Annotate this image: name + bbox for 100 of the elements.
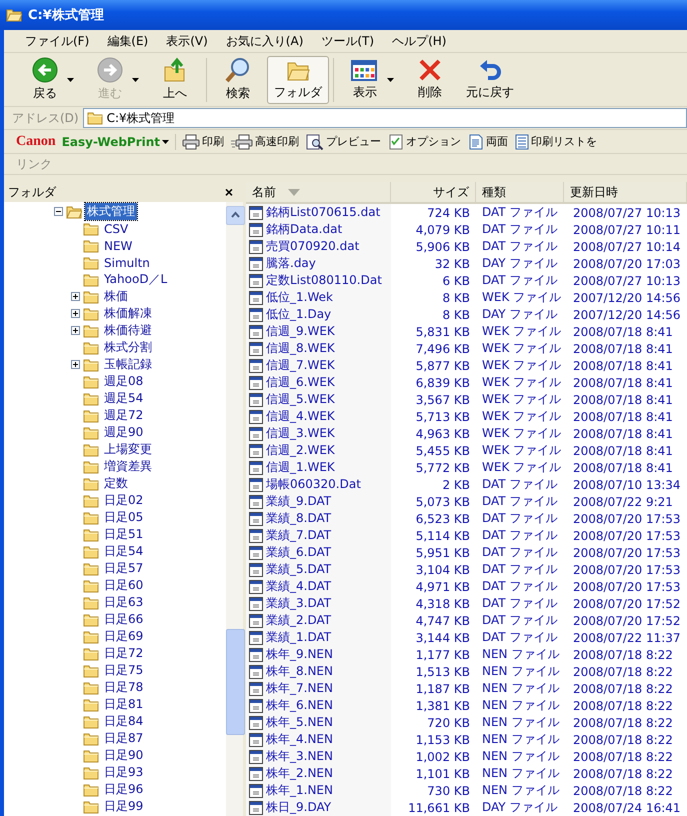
file-name[interactable]: 株年_6.NEN — [246, 697, 391, 714]
file-name[interactable]: 低位_1.Wek — [246, 289, 391, 306]
menu-item[interactable]: 編集(E) — [98, 32, 158, 50]
file-name[interactable]: 株年_8.NEN — [246, 663, 391, 680]
file-name[interactable]: 業績_8.DAT — [246, 510, 391, 527]
tree-item[interactable]: 日足05 — [102, 509, 146, 526]
tree-item[interactable]: 週足72 — [102, 407, 146, 424]
file-name[interactable]: 株年_4.NEN — [246, 731, 391, 748]
address-field[interactable]: C:¥株式管理 — [82, 108, 687, 128]
tree-item[interactable]: 日足60 — [102, 577, 146, 594]
tree-item[interactable]: NEW — [102, 238, 134, 252]
tree-item[interactable]: 日足84 — [102, 713, 146, 730]
tree-item[interactable]: 日足51 — [102, 526, 146, 543]
file-name[interactable]: 業績_2.DAT — [246, 612, 391, 629]
expand-box-icon[interactable] — [71, 326, 80, 335]
file-name[interactable]: 定数List080110.Dat — [246, 272, 391, 289]
tree-item[interactable]: 株価解凍 — [102, 305, 154, 322]
caret-icon[interactable] — [387, 78, 394, 82]
toolbar-button[interactable]: 戻る — [18, 56, 81, 104]
file-name[interactable]: 株年_1.NEN — [246, 782, 391, 799]
file-name[interactable]: 株年_7.NEN — [246, 680, 391, 697]
file-name[interactable]: 低位_1.Day — [246, 306, 391, 323]
tree-item[interactable]: 週足08 — [102, 373, 146, 390]
file-name[interactable]: 株年_9.NEN — [246, 646, 391, 663]
print-toolbar-button[interactable]: 高速印刷 — [230, 134, 300, 150]
menu-item[interactable]: ファイル(F) — [16, 32, 98, 50]
file-name[interactable]: 業績_4.DAT — [246, 578, 391, 595]
tree-item[interactable]: 株式分割 — [102, 339, 154, 356]
file-name[interactable]: 信週_6.WEK — [246, 374, 391, 391]
print-toolbar-button[interactable]: 印刷 — [181, 134, 226, 150]
toolbar-button[interactable]: 表示 — [338, 56, 401, 104]
file-name[interactable]: 銘柄Data.dat — [246, 221, 391, 238]
file-name[interactable]: 信週_4.WEK — [246, 408, 391, 425]
file-name[interactable]: 業績_3.DAT — [246, 595, 391, 612]
file-name[interactable]: 株年_5.NEN — [246, 714, 391, 731]
tree-item[interactable]: CSV — [102, 222, 130, 236]
file-name[interactable]: 場帳060320.Dat — [246, 476, 391, 493]
tree-item[interactable]: 日足69 — [102, 628, 146, 645]
file-name[interactable]: 信週_8.WEK — [246, 340, 391, 357]
file-name[interactable]: 業績_6.DAT — [246, 544, 391, 561]
tree-item[interactable]: 日足66 — [102, 611, 146, 628]
tree-item[interactable]: 週足90 — [102, 424, 146, 441]
toolbar-button[interactable]: 削除 — [403, 56, 457, 104]
file-name[interactable]: 業績_7.DAT — [246, 527, 391, 544]
print-toolbar-button[interactable]: プレビュー — [305, 134, 382, 150]
file-name[interactable]: 信週_3.WEK — [246, 425, 391, 442]
expand-box-icon[interactable] — [71, 309, 80, 318]
scroll-up-icon[interactable] — [226, 206, 245, 225]
caret-icon[interactable] — [162, 140, 170, 144]
tree-item[interactable]: YahooD／L — [102, 271, 170, 288]
tree-item[interactable]: 日足90 — [102, 747, 146, 764]
menu-item[interactable]: ヘルプ(H) — [383, 32, 456, 50]
menu-item[interactable]: 表示(V) — [157, 32, 217, 50]
tree-item[interactable]: 株価 — [102, 288, 130, 305]
tree-item[interactable]: Simultn — [102, 256, 152, 270]
scrollbar[interactable] — [226, 202, 243, 816]
file-name[interactable]: 売買070920.dat — [246, 238, 391, 255]
tree-item[interactable]: 玉帳記録 — [102, 356, 154, 373]
tree-item[interactable]: 日足99 — [102, 798, 146, 815]
column-header[interactable]: サイズ — [391, 182, 476, 204]
menu-item[interactable]: お気に入り(A) — [216, 32, 312, 50]
file-name[interactable]: 業績_5.DAT — [246, 561, 391, 578]
file-name[interactable]: 信週_2.WEK — [246, 442, 391, 459]
toolbar-button[interactable]: 上へ — [148, 56, 202, 104]
tree-item[interactable]: 増資差異 — [102, 458, 154, 475]
file-name[interactable]: 信週_7.WEK — [246, 357, 391, 374]
toolbar-button[interactable]: フォルダ — [267, 56, 329, 104]
file-name[interactable]: 信週_1.WEK — [246, 459, 391, 476]
print-toolbar-button[interactable]: 印刷リストを — [514, 134, 598, 150]
file-name[interactable]: 業績_1.DAT — [246, 629, 391, 646]
column-header[interactable]: 名前 — [246, 182, 391, 204]
print-toolbar-button[interactable]: 両面 — [467, 134, 510, 150]
tree-item[interactable]: 上場変更 — [102, 441, 154, 458]
tree-item[interactable]: 日足02 — [102, 492, 146, 509]
file-name[interactable]: 株年_3.NEN — [246, 748, 391, 765]
tree-item[interactable]: 日足87 — [102, 730, 146, 747]
file-name[interactable]: 株年_2.NEN — [246, 765, 391, 782]
menu-item[interactable]: ツール(T) — [312, 32, 384, 50]
column-header[interactable]: 種類 — [476, 182, 564, 204]
tree-item[interactable]: 日足78 — [102, 679, 146, 696]
tree-item[interactable]: 日足81 — [102, 696, 146, 713]
tree-item[interactable]: 日足63 — [102, 594, 146, 611]
tree-item[interactable]: 定数 — [102, 475, 130, 492]
collapse-box-icon[interactable] — [54, 207, 63, 216]
tree-item[interactable]: 週足54 — [102, 390, 146, 407]
print-toolbar-button[interactable]: オプション — [387, 134, 462, 150]
toolbar-button[interactable]: 元に戻す — [459, 56, 521, 104]
file-name[interactable]: 騰落.day — [246, 255, 391, 272]
close-button[interactable]: × — [224, 184, 233, 200]
caret-icon[interactable] — [67, 78, 74, 82]
tree-item[interactable]: 日足93 — [102, 764, 146, 781]
expand-box-icon[interactable] — [71, 360, 80, 369]
tree-item[interactable]: 日足75 — [102, 662, 146, 679]
file-name[interactable]: 信週_5.WEK — [246, 391, 391, 408]
file-name[interactable]: 業績_9.DAT — [246, 493, 391, 510]
product-menu-button[interactable]: Easy-WebPrint — [60, 134, 170, 148]
column-header[interactable]: 更新日時 — [564, 182, 687, 204]
file-name[interactable]: 信週_9.WEK — [246, 323, 391, 340]
tree-item[interactable]: 株価待避 — [102, 322, 154, 339]
tree-item[interactable]: 日足96 — [102, 781, 146, 798]
